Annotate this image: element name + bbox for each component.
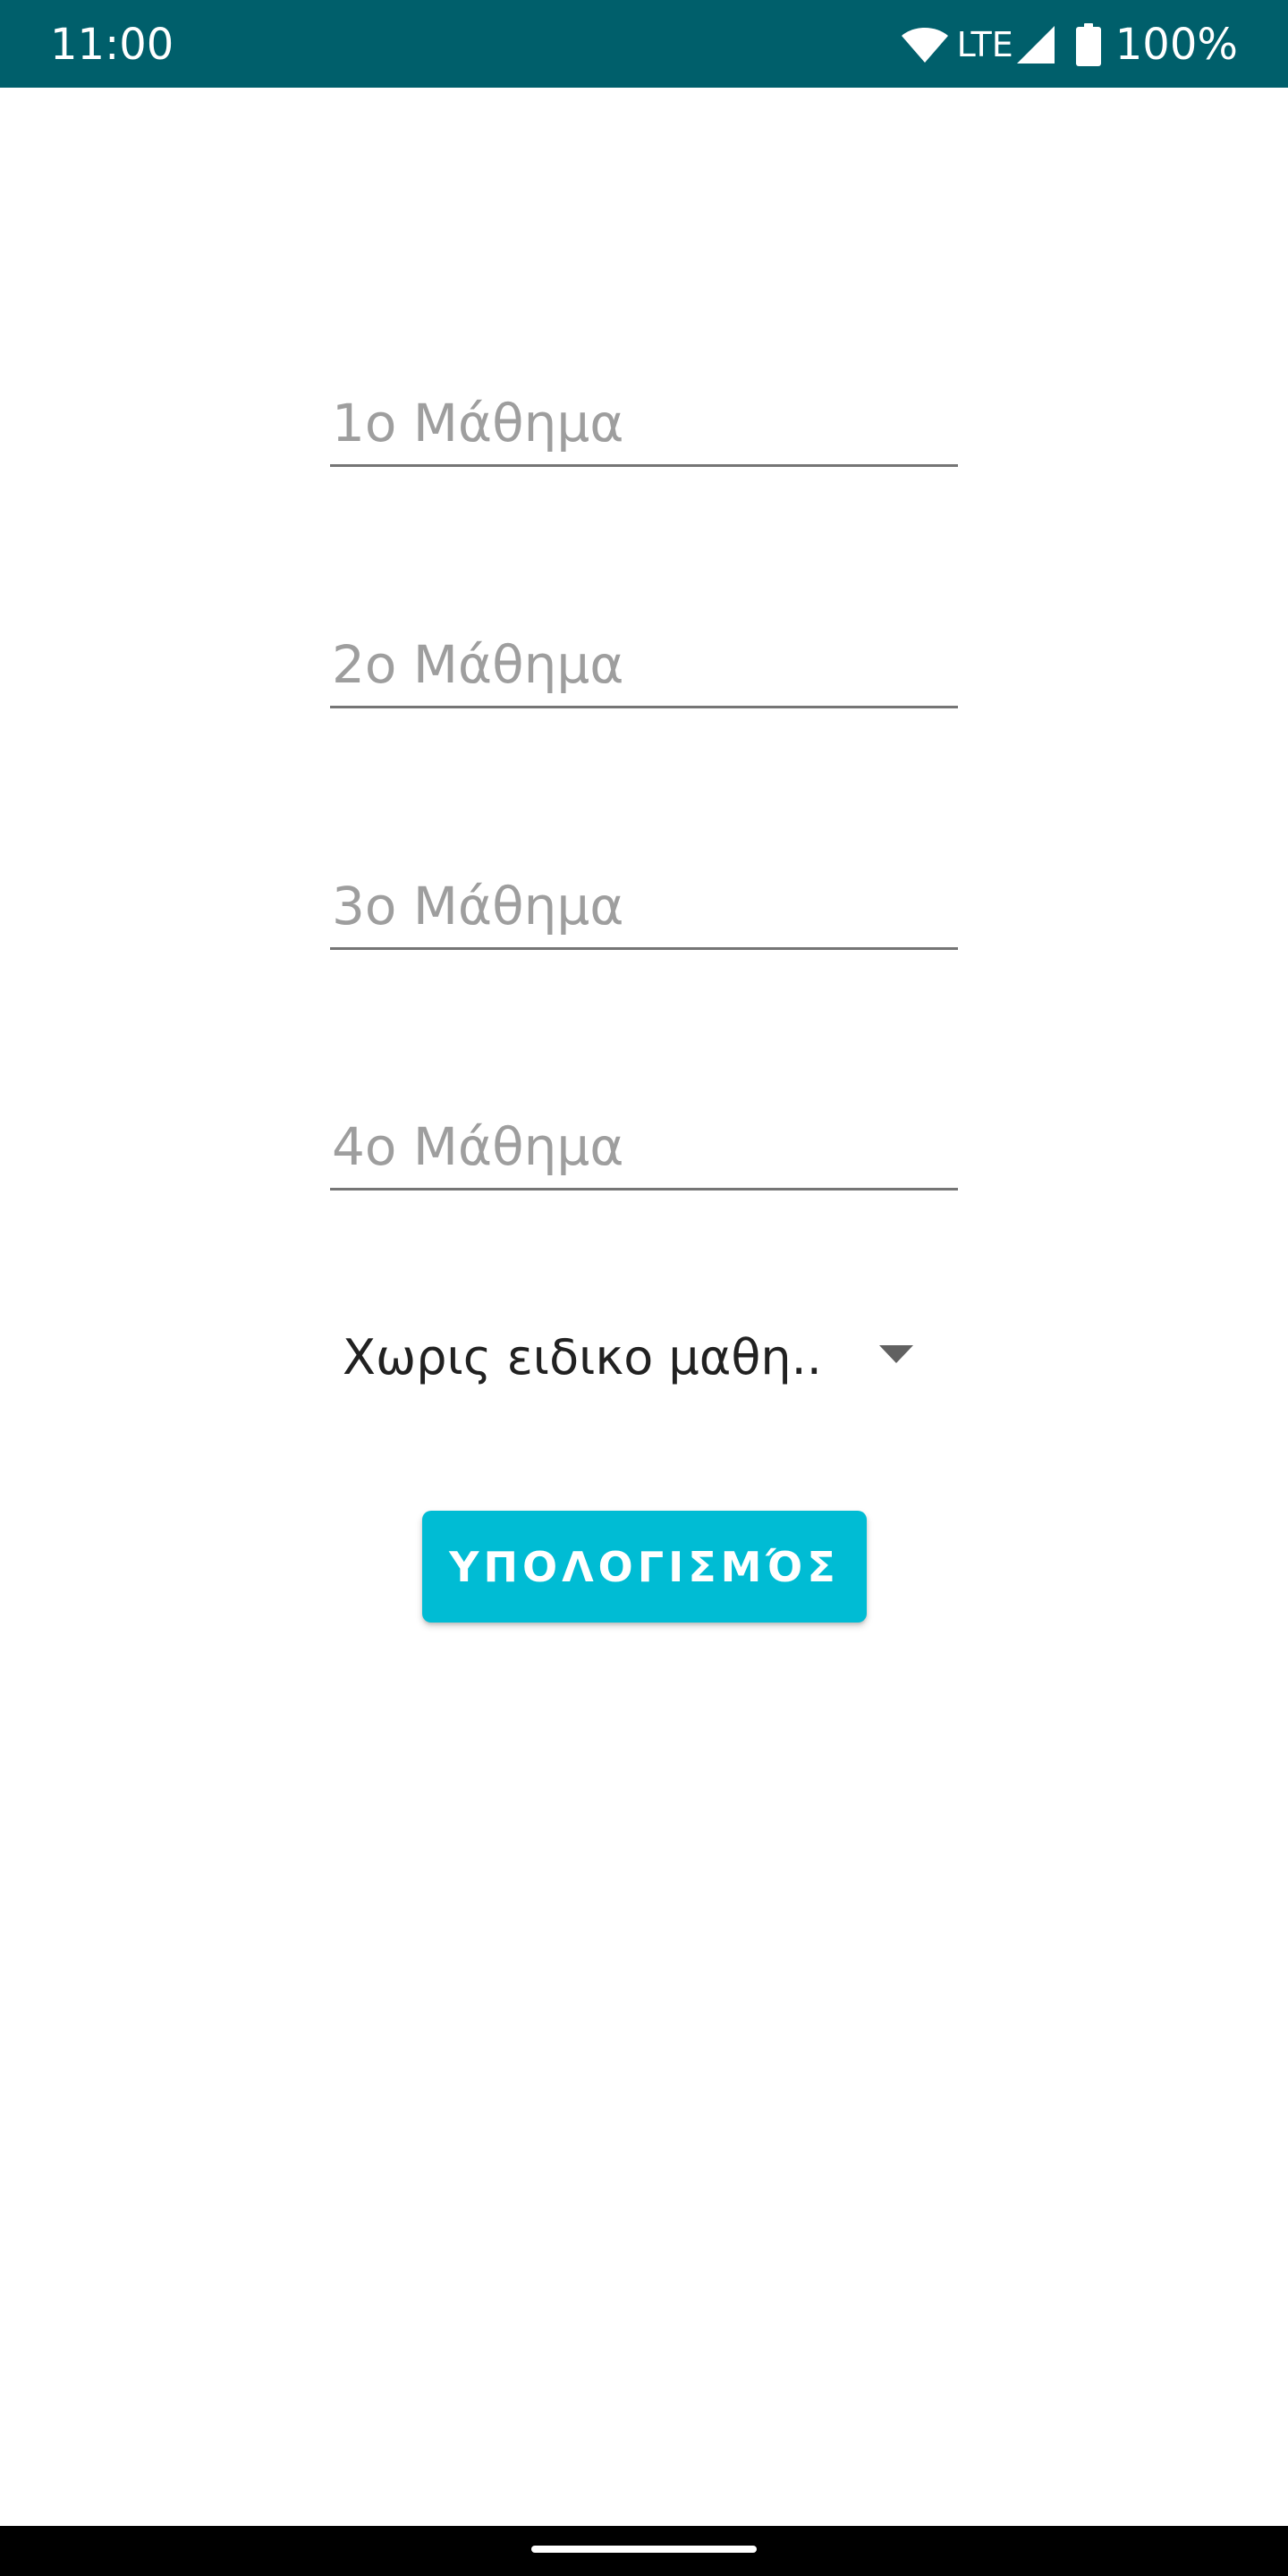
home-gesture-handle[interactable] (531, 2546, 757, 2553)
subject-2-input[interactable] (332, 634, 949, 695)
calculate-button[interactable]: ΥΠΟΛΟΓΙΣΜΌΣ (422, 1511, 867, 1623)
network-type: LTE (956, 25, 1013, 64)
subject-1-input[interactable] (332, 393, 949, 453)
navigation-bar (0, 2526, 1288, 2576)
calculate-button-label: ΥΠΟΛΟΓΙΣΜΌΣ (449, 1542, 840, 1591)
subject-2-field[interactable] (330, 628, 958, 708)
dropdown-arrow-icon (879, 1345, 913, 1368)
status-time: 11:00 (50, 20, 174, 70)
battery-percentage: 100% (1114, 20, 1238, 70)
subject-4-input[interactable] (332, 1116, 949, 1177)
subject-4-field[interactable] (330, 1110, 958, 1191)
special-subject-spinner[interactable]: Χωρις ειδικο μαθη.. (330, 1311, 958, 1401)
signal-icon (1015, 24, 1056, 65)
spinner-selected-value: Χωρις ειδικο μαθη.. (343, 1329, 822, 1385)
battery-icon (1075, 23, 1101, 66)
status-icons: LTE 100% (900, 16, 1238, 73)
wifi-icon (900, 25, 950, 64)
subject-1-field[interactable] (330, 386, 958, 467)
status-bar: 11:00 LTE 100% (0, 0, 1288, 88)
subject-3-input[interactable] (332, 876, 949, 936)
subject-3-field[interactable] (330, 869, 958, 950)
